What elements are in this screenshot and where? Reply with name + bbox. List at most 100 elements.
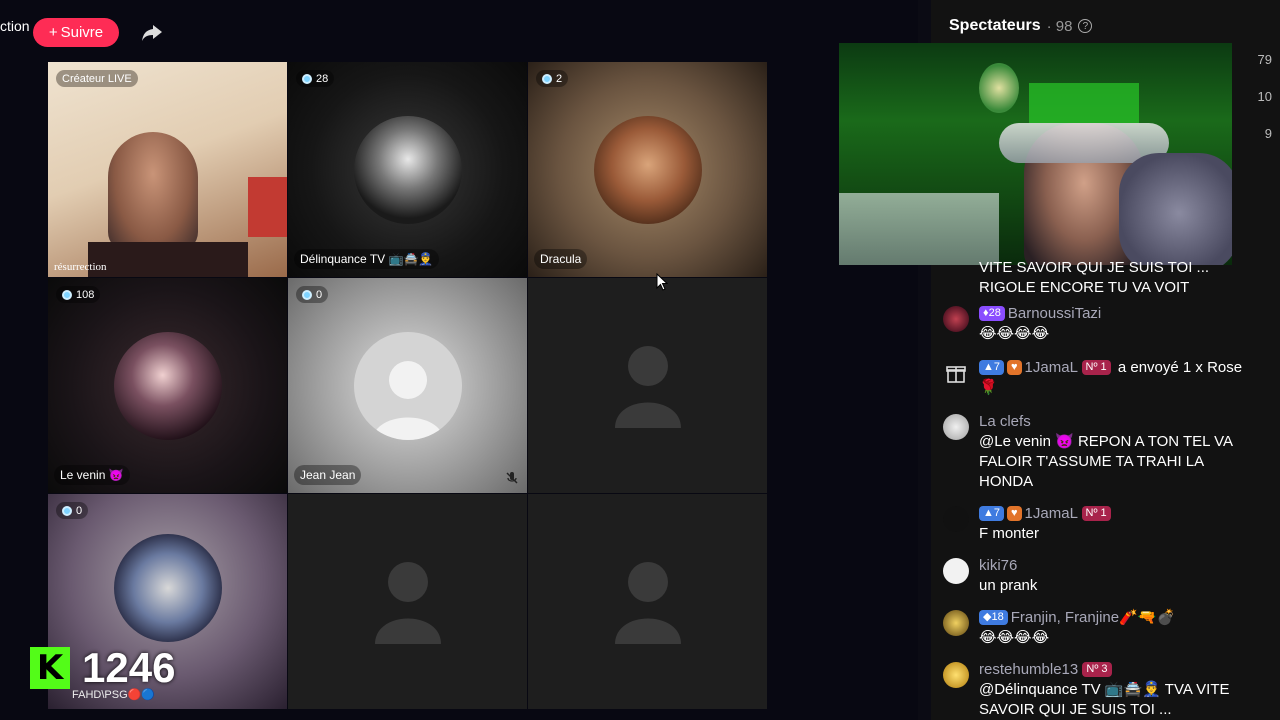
chat-text: 😂😂😂😂 <box>979 325 1050 342</box>
badge-value: 7 <box>993 507 1001 519</box>
badge-value: Nº 1 <box>1085 361 1107 373</box>
chat-text: 😂😂😂😂 <box>979 629 1050 646</box>
kick-logo-icon: K <box>30 647 70 689</box>
guest-name: Dracula <box>534 249 588 269</box>
guest-badge-count: 0 <box>76 504 83 517</box>
gifter-level-badge: ♦ 28 <box>979 305 1005 321</box>
rank-badge: Nº 1 <box>1081 505 1111 521</box>
badge-value: Nº 1 <box>1085 507 1107 519</box>
guest-grid: Créateur LIVE résurrection 28 Délinquanc… <box>48 62 767 710</box>
plus-icon: + <box>48 24 58 41</box>
avatar[interactable] <box>943 610 969 636</box>
top-bar: ction + Suivre <box>0 0 918 60</box>
live-stage: ction + Suivre Créateur LIVE résurrectio… <box>0 0 918 720</box>
chat-username[interactable]: Franjin, Franjine🧨🔫💣 <box>1011 609 1175 626</box>
ranking-value: 9 <box>1264 126 1272 141</box>
host-title-fragment: ction <box>0 18 30 34</box>
empty-seat[interactable] <box>528 278 767 493</box>
chat-text: un prank <box>979 577 1038 594</box>
default-avatar <box>353 331 462 440</box>
avatar[interactable] <box>943 506 969 532</box>
empty-seat-person-icon <box>374 561 441 644</box>
empty-seat[interactable] <box>528 494 767 709</box>
guest-name: résurrection <box>54 261 107 273</box>
gem-icon <box>302 289 312 300</box>
level-badge: ▲ 7 <box>979 359 1005 375</box>
ranking-value: 79 <box>1257 52 1272 67</box>
chat-message[interactable]: ◆ 18 Franjin, Franjine🧨🔫💣 😂😂😂😂 <box>943 608 1253 648</box>
chat-message[interactable]: restehumble13 Nº 3 @Délinquance TV 📺🚔👮‍♂… <box>943 660 1253 720</box>
fan-heart-badge: ♥ <box>1007 359 1022 375</box>
viewer-count: · 98 <box>1046 17 1073 35</box>
guest-badge: 28 <box>296 70 335 87</box>
badge-value: 28 <box>988 307 1001 319</box>
guest-tile-host[interactable]: Créateur LIVE résurrection <box>48 62 287 277</box>
creator-live-badge: Créateur LIVE <box>56 70 138 87</box>
ranking-numbers: 79 10 9 <box>1258 52 1272 141</box>
chat-text: @Le venin 👿 REPON A TON TEL VA FALOIR T'… <box>979 433 1233 490</box>
chat-username[interactable]: 1JamaL <box>1025 505 1078 522</box>
gem-icon <box>62 289 72 300</box>
guest-avatar <box>593 115 702 224</box>
chat-username[interactable]: kiki76 <box>979 557 1017 574</box>
chat-username[interactable]: restehumble13 <box>979 661 1078 678</box>
person-icon <box>371 360 444 440</box>
host-background-door <box>248 177 287 237</box>
level-badge: ▲ 7 <box>979 505 1005 521</box>
share-icon[interactable] <box>140 20 164 44</box>
gift-icon <box>946 366 966 383</box>
mic-muted-icon <box>506 472 518 484</box>
chat-message[interactable]: La clefs @Le venin 👿 REPON A TON TEL VA … <box>943 412 1253 492</box>
avatar[interactable] <box>943 414 969 440</box>
guest-tile-dracula[interactable]: 2 Dracula <box>528 62 767 277</box>
streamer-webcam <box>839 43 1232 265</box>
avatar[interactable] <box>943 558 969 584</box>
guest-badge-count: 0 <box>316 288 323 301</box>
guest-tile-delinquance[interactable]: 28 Délinquance TV 📺🚔👮‍♂️ <box>288 62 527 277</box>
help-icon[interactable]: ? <box>1078 19 1093 33</box>
fan-heart-badge: ♥ <box>1007 505 1022 521</box>
empty-seat-person-icon <box>614 561 681 644</box>
gem-icon <box>302 73 312 84</box>
chat-username[interactable]: 1JamaL <box>1025 359 1078 376</box>
avatar-spacer <box>943 258 969 298</box>
guest-name: Le venin 👿 <box>54 465 130 485</box>
chat-username[interactable]: BarnoussiTazi <box>1008 305 1101 322</box>
avatar[interactable] <box>943 662 969 688</box>
chat-gift-message[interactable]: ▲ 7 ♥ 1JamaL Nº 1 a envoyé 1 x Rose 🌹 <box>943 358 1253 398</box>
host-face-image <box>108 132 198 252</box>
rank-badge: Nº 1 <box>1081 359 1111 375</box>
chat-message[interactable]: ▲ 7 ♥ 1JamaL Nº 1 F monter <box>943 504 1253 544</box>
badge-value: Nº 3 <box>1086 663 1108 675</box>
gem-icon <box>542 73 552 84</box>
guest-name: FAHD\PSG🔴🔵 <box>72 689 156 701</box>
level-badge: ◆ 18 <box>979 609 1008 625</box>
chat-message: VITE SAVOIR QUI JE SUIS TOI ... RIGOLE E… <box>943 258 1253 298</box>
badge-value: 7 <box>993 361 1001 373</box>
chat-text: VITE SAVOIR QUI JE SUIS TOI ... RIGOLE E… <box>979 259 1210 296</box>
chat-message[interactable]: kiki76 un prank <box>943 556 1253 596</box>
empty-seat-person-icon <box>614 345 681 428</box>
guest-avatar <box>113 331 222 440</box>
guest-badge-count: 108 <box>76 288 95 301</box>
creator-live-label: Créateur LIVE <box>62 72 132 85</box>
kick-viewer-counter: K 1246 <box>30 644 175 692</box>
chat-username[interactable]: La clefs <box>979 413 1031 430</box>
guest-avatar <box>353 115 462 224</box>
guest-tile-venin[interactable]: 108 Le venin 👿 <box>48 278 287 493</box>
kick-neon-sign <box>1029 83 1139 123</box>
guest-tile-jean[interactable]: 0 Jean Jean <box>288 278 527 493</box>
guest-name: Jean Jean <box>294 465 362 485</box>
fur-hood <box>1119 153 1232 265</box>
rank-badge: Nº 3 <box>1082 661 1112 677</box>
avatar[interactable] <box>943 306 969 332</box>
badge-value: 18 <box>991 611 1004 623</box>
guest-badge-count: 2 <box>556 72 563 85</box>
chat-text: F monter <box>979 525 1040 542</box>
follow-button[interactable]: + Suivre <box>33 18 119 47</box>
guest-badge: 0 <box>56 502 89 519</box>
chat-message[interactable]: ♦ 28 BarnoussiTazi 😂😂😂😂 <box>943 304 1253 344</box>
panel-title: Spectateurs <box>949 17 1041 34</box>
neon-mascot <box>979 63 1019 113</box>
empty-seat[interactable] <box>288 494 527 709</box>
